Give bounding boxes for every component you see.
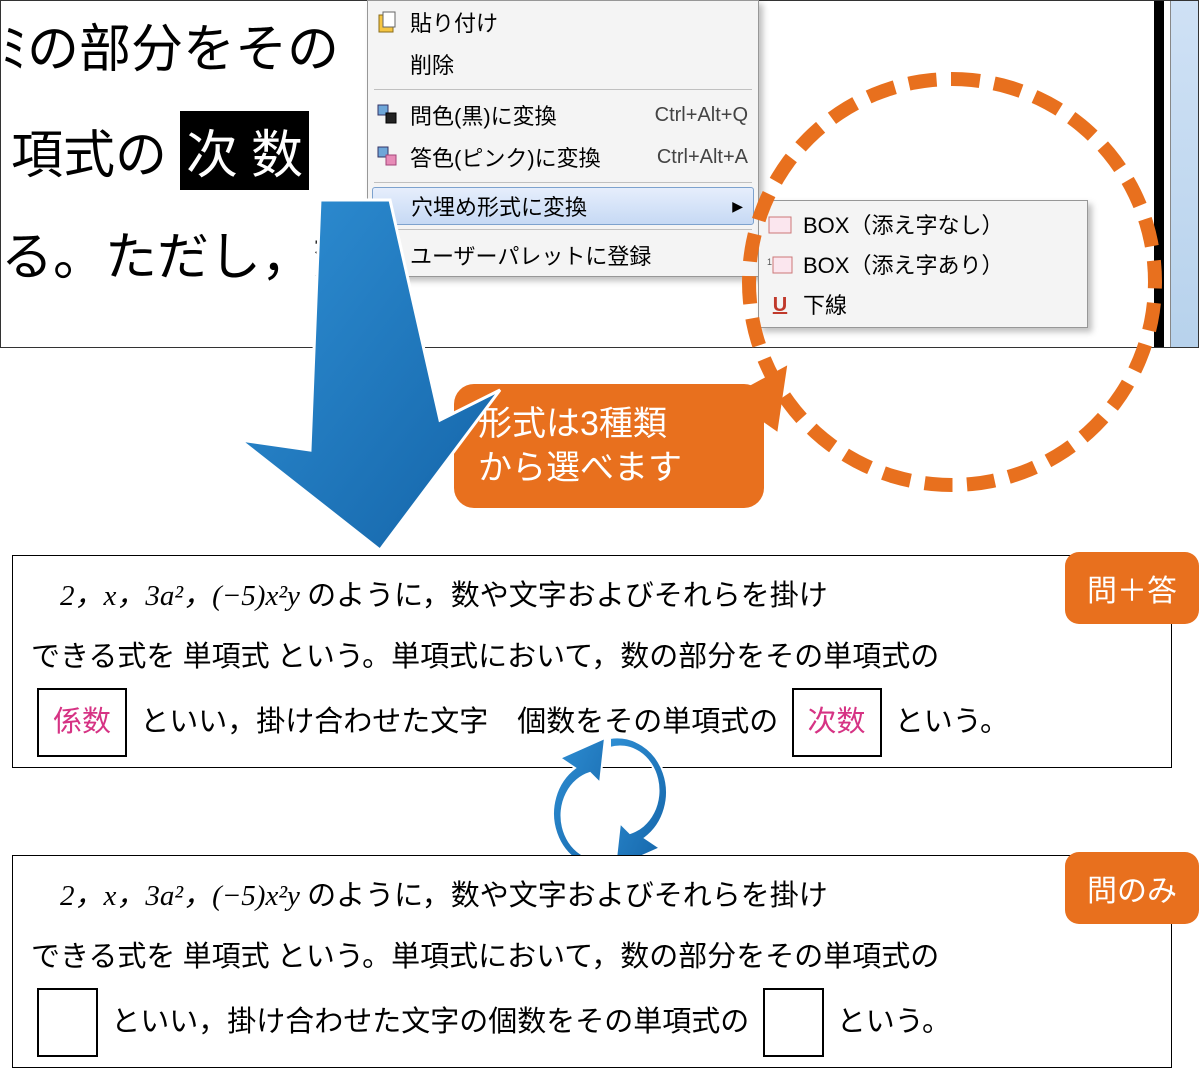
example-box-question-answer: 2，x，3a²，(−5)x²y のように，数や文字およびそれらを掛け できる式を… — [12, 555, 1172, 768]
doc-line-3: る。ただし，数 — [1, 215, 365, 290]
callout-line-1: 形式は3種類 — [478, 402, 740, 446]
doc-line-1: ﾐの部分をその — [1, 7, 339, 82]
callout-line-2: から選べます — [478, 446, 740, 490]
folder-save-icon — [374, 241, 402, 269]
submenu-arrow-icon: ▶ — [732, 198, 743, 215]
menu-to-blank-format[interactable]: 穴埋め形式に変換 ▶ — [372, 187, 754, 225]
swap-pink-icon — [374, 143, 402, 171]
menu-a-color-shortcut: Ctrl+Alt+A — [657, 146, 748, 169]
menu-paste-label: 貼り付け — [410, 6, 498, 38]
page-edge — [1154, 1, 1164, 347]
paste-icon — [374, 8, 402, 36]
menu-palette-label: ユーザーパレットに登録 — [410, 239, 651, 271]
menu-q-color-shortcut: Ctrl+Alt+Q — [655, 104, 748, 127]
qa-t2: できる式を 単項式 という。単項式において，数の部分をその単項式の — [31, 641, 939, 673]
q-t4: という。 — [837, 1006, 951, 1038]
submenu-box-with-subscript[interactable]: 1 BOX（添え字あり） — [759, 244, 1087, 284]
doc-line-2: 項式の 次 数 — [11, 111, 309, 190]
menu-separator-3 — [374, 229, 752, 230]
menu-to-question-color[interactable]: 問色(黒)に変換 Ctrl+Alt+Q — [368, 94, 758, 136]
q-t3: といい，掛け合わせた文字の個数をその単項式の — [111, 1006, 749, 1038]
doc-line-2-prefix: 項式の — [11, 128, 180, 185]
blank-jisuu-answer: 次数 — [792, 688, 882, 757]
menu-a-color-label: 答色(ピンク)に変換 — [410, 141, 601, 173]
svg-text:1: 1 — [767, 257, 772, 267]
menu-q-color-label: 問色(黒)に変換 — [410, 99, 557, 131]
menu-separator-2 — [374, 182, 752, 183]
tag-question-only: 問のみ — [1065, 852, 1199, 924]
box-icon — [767, 212, 793, 238]
q-t1: のように，数や文字およびそれらを掛け — [307, 880, 828, 912]
submenu-underline-label: 下線 — [803, 288, 847, 320]
qa-t3: といい，掛け合わせた文字 個数をその単項式の — [140, 706, 778, 738]
blank-jisuu-empty — [763, 988, 824, 1057]
qa-math: 2，x，3a²，(−5)x²y — [31, 580, 307, 612]
q-math: 2，x，3a²，(−5)x²y — [31, 880, 307, 912]
submenu-box-no-sub-label: BOX（添え字なし） — [803, 208, 1003, 240]
menu-delete[interactable]: 削除 — [368, 43, 758, 85]
q-t2: できる式を 単項式 という。単項式において，数の部分をその単項式の — [31, 941, 939, 973]
submenu-box-no-subscript[interactable]: BOX（添え字なし） — [759, 204, 1087, 244]
vertical-scrollbar[interactable] — [1170, 1, 1198, 347]
blank-keisuu-empty — [37, 988, 98, 1057]
menu-to-answer-color[interactable]: 答色(ピンク)に変換 Ctrl+Alt+A — [368, 136, 758, 178]
context-menu: 貼り付け 削除 問色(黒)に変換 Ctrl+Alt+Q 答色(ピンク)に変換 C… — [367, 0, 759, 277]
submenu-box-with-sub-label: BOX（添え字あり） — [803, 248, 1003, 280]
menu-paste[interactable]: 貼り付け — [368, 1, 758, 43]
menu-register-palette[interactable]: ユーザーパレットに登録 — [368, 234, 758, 276]
tag-question-answer: 問＋答 — [1065, 552, 1199, 624]
example-box-question-only: 2，x，3a²，(−5)x²y のように，数や文字およびそれらを掛け できる式を… — [12, 855, 1172, 1068]
qa-t1: のように，数や文字およびそれらを掛け — [307, 580, 828, 612]
menu-blank-label: 穴埋め形式に変換 — [411, 190, 587, 222]
swap-black-icon — [374, 101, 402, 129]
callout-bubble: 形式は3種類 から選べます — [454, 384, 764, 508]
blank-keisuu-answer: 係数 — [37, 688, 127, 757]
underline-icon: U — [767, 292, 793, 318]
blank-format-submenu: BOX（添え字なし） 1 BOX（添え字あり） U 下線 — [758, 200, 1088, 328]
menu-separator-1 — [374, 89, 752, 90]
selected-text[interactable]: 次 数 — [180, 111, 309, 190]
submenu-underline[interactable]: U 下線 — [759, 284, 1087, 324]
box-subscript-icon: 1 — [767, 252, 793, 278]
menu-delete-label: 削除 — [410, 48, 454, 80]
qa-t4: という。 — [895, 706, 1009, 738]
